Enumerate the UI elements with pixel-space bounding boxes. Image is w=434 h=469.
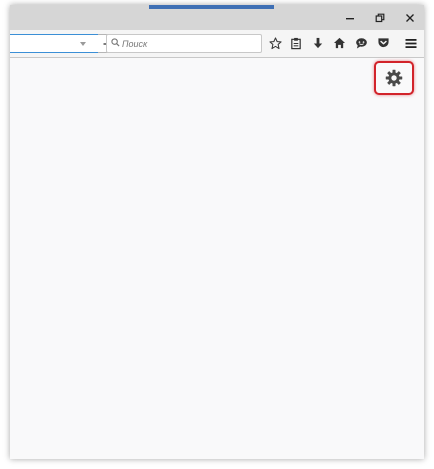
chevron-down-icon[interactable]: [78, 39, 88, 49]
page-content: [10, 58, 424, 459]
home-button[interactable]: [331, 35, 347, 51]
bookmark-star-icon: [268, 36, 282, 49]
settings-button[interactable]: [374, 61, 414, 95]
restore-icon: [375, 13, 385, 23]
menu-icon: [405, 38, 417, 48]
home-icon: [333, 37, 345, 49]
reading-list-button[interactable]: [288, 35, 304, 51]
pocket-icon: [377, 38, 389, 48]
chat-button[interactable]: [353, 35, 369, 51]
browser-window: [10, 5, 424, 459]
bookmark-star-button[interactable]: [267, 35, 283, 51]
search-input[interactable]: [122, 35, 256, 52]
pocket-button[interactable]: [375, 35, 391, 51]
active-tab-indicator[interactable]: [149, 5, 274, 9]
download-icon: [313, 37, 323, 48]
title-bar: [10, 5, 424, 30]
url-bar[interactable]: [10, 34, 100, 53]
gear-icon: [385, 69, 403, 87]
download-button[interactable]: [310, 35, 326, 51]
restore-button[interactable]: [366, 7, 394, 29]
search-icon: [111, 38, 120, 47]
close-icon: [406, 14, 414, 22]
minimize-button[interactable]: [336, 7, 364, 29]
minimize-icon: [346, 18, 354, 20]
chat-icon: [355, 38, 367, 49]
search-bar[interactable]: [106, 34, 262, 53]
reading-list-icon: [291, 37, 301, 49]
close-button[interactable]: [396, 7, 424, 29]
menu-button[interactable]: [403, 35, 419, 51]
navigation-toolbar: [10, 30, 424, 58]
